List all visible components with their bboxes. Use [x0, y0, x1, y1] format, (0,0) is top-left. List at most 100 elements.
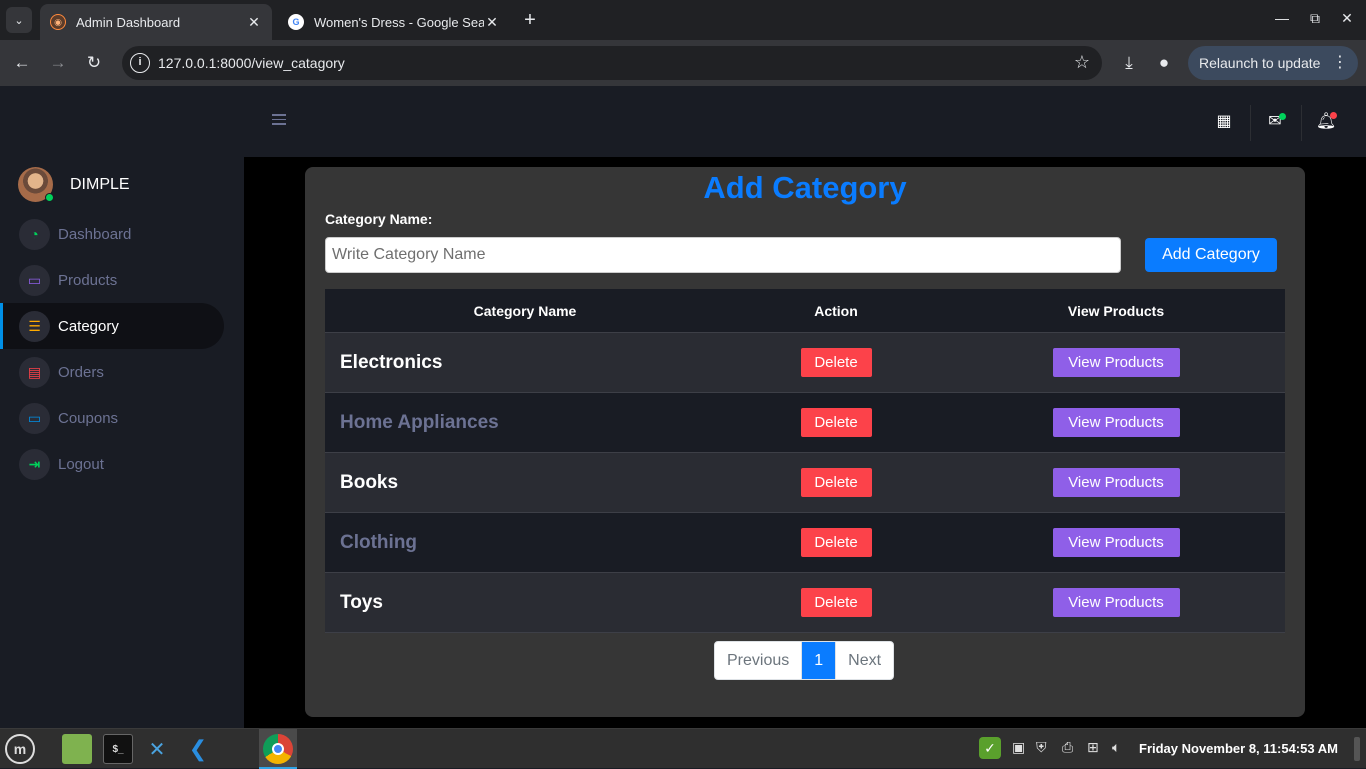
network-tool-icon[interactable]: ✕ [142, 734, 172, 764]
sidebar-item-products[interactable]: ▭ Products [0, 257, 224, 303]
top-navbar [244, 86, 1366, 157]
menu-toggle-icon[interactable] [272, 114, 286, 125]
notification-badge [1330, 112, 1337, 119]
delete-button[interactable]: Delete [800, 588, 872, 617]
bookmark-star-icon[interactable]: ☆ [1074, 52, 1090, 73]
os-taskbar: m $_ ✕ ❮ ✓ ▣ ⛨ ⎙ ⊞ 🔈︎ Friday November 8,… [0, 728, 1366, 769]
view-products-button[interactable]: View Products [1052, 348, 1180, 377]
user-profile[interactable]: DIMPLE [18, 167, 130, 202]
clock[interactable]: Friday November 8, 11:54:53 AM [1139, 741, 1338, 756]
profile-icon[interactable]: ● [1152, 51, 1176, 75]
web-page: ▦ ✉ 🔔︎ DIMPLE ◔ Dashboard ▭ Products ☰ C… [0, 86, 1366, 728]
view-products-button[interactable]: View Products [1052, 408, 1180, 437]
online-status-dot [45, 193, 54, 202]
delete-button[interactable]: Delete [800, 348, 872, 377]
admin-favicon-icon: ◉ [50, 14, 66, 30]
add-category-card: Add Category Category Name: Add Category… [305, 167, 1305, 717]
address-bar[interactable]: i 127.0.0.1:8000/view_catagory ☆ [122, 46, 1102, 80]
view-products-button[interactable]: View Products [1052, 588, 1180, 617]
reload-icon[interactable]: ↻ [82, 51, 106, 75]
google-favicon-icon: G [288, 14, 304, 30]
network-icon[interactable]: ⊞ [1087, 739, 1099, 756]
column-header-action: Action [814, 302, 858, 319]
sidebar-item-coupons[interactable]: ▭ Coupons [0, 395, 224, 441]
divider [1250, 105, 1251, 141]
minimize-icon[interactable]: — [1272, 10, 1292, 26]
close-icon[interactable]: ✕ [246, 14, 262, 31]
sidebar-item-label: Coupons [58, 409, 119, 427]
more-menu-icon[interactable]: ⋮ [1332, 46, 1348, 80]
sidebar-item-dashboard[interactable]: ◔ Dashboard [0, 211, 224, 257]
download-icon[interactable]: ⤓ [1117, 51, 1141, 75]
table-header: Category Name Action View Products [325, 289, 1285, 333]
table-row: Clothing Delete View Products [325, 513, 1285, 573]
table-row: Books Delete View Products [325, 453, 1285, 513]
vscode-icon[interactable]: ❮ [183, 734, 213, 764]
volume-icon[interactable]: 🔈︎ [1112, 739, 1120, 756]
browser-tab-bar: ⌄ ◉ Admin Dashboard ✕ G Women's Dress - … [0, 0, 1366, 40]
sidebar: DIMPLE ◔ Dashboard ▭ Products ☰ Category… [0, 157, 244, 728]
user-name: DIMPLE [70, 175, 130, 193]
tab-google-search[interactable]: G Women's Dress - Google Sea ✕ [278, 4, 510, 40]
delete-button[interactable]: Delete [800, 528, 872, 557]
category-table: Category Name Action View Products Elect… [325, 289, 1285, 633]
terminal-icon[interactable]: $_ [103, 734, 133, 764]
tab-title: Admin Dashboard [76, 14, 181, 30]
browser-toolbar: ← → ↻ i 127.0.0.1:8000/view_catagory ☆ ⤓… [0, 40, 1366, 86]
view-products-button[interactable]: View Products [1052, 528, 1180, 557]
close-icon[interactable]: ✕ [484, 14, 500, 31]
category-name-input[interactable] [325, 237, 1121, 273]
speedometer-icon: ◔ [19, 218, 50, 250]
page-title: Add Category [703, 170, 907, 205]
navbar-brand-area [0, 86, 244, 157]
table-row: Toys Delete View Products [325, 573, 1285, 633]
previous-page-button[interactable]: Previous [715, 642, 803, 679]
url-text[interactable]: 127.0.0.1:8000/view_catagory [158, 55, 345, 71]
security-shield-icon[interactable]: ⛨ [1036, 739, 1047, 756]
new-tab-button[interactable]: + [518, 8, 542, 32]
laptop-icon: ▭ [19, 264, 50, 296]
grid-icon[interactable]: ▦ [1210, 108, 1238, 136]
sidebar-item-logout[interactable]: ⇥ Logout [0, 441, 224, 487]
category-name-cell: Electronics [340, 351, 443, 373]
sidebar-item-label: Products [58, 271, 118, 289]
sidebar-item-label: Logout [58, 455, 104, 473]
current-page-button[interactable]: 1 [802, 642, 836, 679]
back-arrow-icon[interactable]: ← [10, 51, 34, 75]
divider [1301, 105, 1302, 141]
category-name-cell: Clothing [340, 531, 418, 553]
category-name-cell: Toys [340, 591, 383, 613]
forward-arrow-icon[interactable]: → [46, 51, 70, 75]
window-close-icon[interactable]: ✕ [1337, 10, 1357, 27]
monitor-icon: ▭ [19, 402, 50, 434]
site-info-icon[interactable]: i [130, 53, 150, 73]
update-shield-icon[interactable]: ✓ [979, 737, 1001, 759]
sidebar-item-orders[interactable]: ▤ Orders [0, 349, 224, 395]
relaunch-label: Relaunch to update [1199, 55, 1321, 71]
sidebar-item-label: Orders [58, 363, 104, 381]
tab-admin-dashboard[interactable]: ◉ Admin Dashboard ✕ [40, 4, 272, 40]
pagination: Previous 1 Next [714, 641, 895, 680]
tab-search-button[interactable]: ⌄ [6, 7, 32, 33]
files-folder-icon[interactable] [62, 734, 92, 764]
show-desktop-button[interactable] [1354, 737, 1360, 761]
clipboard-icon[interactable]: ▣ [1012, 739, 1025, 756]
printer-icon[interactable]: ⎙ [1062, 739, 1073, 756]
view-products-button[interactable]: View Products [1052, 468, 1180, 497]
add-category-button[interactable]: Add Category [1145, 238, 1277, 272]
maximize-icon[interactable]: ⧉ [1305, 10, 1325, 27]
next-page-button[interactable]: Next [835, 642, 893, 679]
chrome-icon[interactable] [263, 734, 293, 764]
delete-button[interactable]: Delete [800, 468, 872, 497]
mint-menu-icon[interactable]: m [5, 734, 35, 764]
table-icon: ▤ [19, 356, 50, 388]
delete-button[interactable]: Delete [800, 408, 872, 437]
sidebar-item-label: Dashboard [58, 225, 132, 243]
sidebar-item-category[interactable]: ☰ Category [0, 303, 224, 349]
avatar [18, 167, 54, 202]
mail-badge [1279, 113, 1286, 120]
category-name-cell: Home Appliances [340, 411, 499, 433]
relaunch-button[interactable]: Relaunch to update ⋮ [1188, 46, 1358, 80]
table-row: Home Appliances Delete View Products [325, 393, 1285, 453]
mail-icon[interactable]: ✉ [1261, 108, 1289, 136]
